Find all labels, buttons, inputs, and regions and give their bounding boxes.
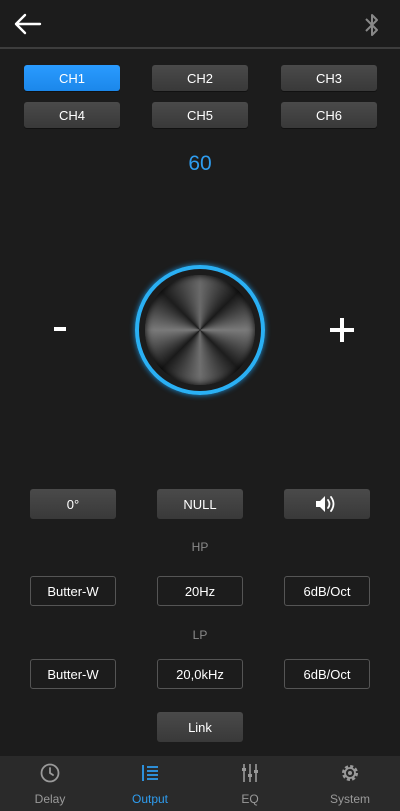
clock-icon bbox=[40, 763, 60, 783]
decrease-button[interactable] bbox=[48, 308, 74, 348]
tab-system-label: System bbox=[329, 792, 370, 806]
null-button[interactable]: NULL bbox=[157, 489, 243, 519]
list-icon bbox=[142, 765, 158, 781]
channel-button-ch2[interactable]: CH2 bbox=[152, 65, 248, 91]
lp-slope-selector[interactable]: 6dB/Oct bbox=[284, 659, 370, 689]
channel-button-ch4[interactable]: CH4 bbox=[24, 102, 120, 128]
hp-slope-selector[interactable]: 6dB/Oct bbox=[284, 576, 370, 606]
hp-type-selector[interactable]: Butter-W bbox=[30, 576, 116, 606]
phase-button[interactable]: 0° bbox=[30, 489, 116, 519]
lp-frequency-field[interactable]: 20,0kHz bbox=[157, 659, 243, 689]
volume-knob[interactable] bbox=[135, 265, 265, 395]
knob-face bbox=[145, 275, 255, 385]
tab-output[interactable]: Output bbox=[100, 756, 200, 811]
lp-label: LP bbox=[192, 628, 208, 642]
top-divider bbox=[0, 47, 400, 49]
link-button[interactable]: Link bbox=[157, 712, 243, 742]
channel-button-ch5[interactable]: CH5 bbox=[152, 102, 248, 128]
tab-eq-label: EQ bbox=[241, 792, 259, 806]
speaker-icon bbox=[316, 496, 335, 512]
top-bar bbox=[0, 0, 400, 49]
sliders-icon bbox=[242, 764, 258, 782]
mute-button[interactable] bbox=[284, 489, 370, 519]
hp-frequency-field[interactable]: 20Hz bbox=[157, 576, 243, 606]
tab-output-label: Output bbox=[131, 792, 169, 806]
channel-button-ch3[interactable]: CH3 bbox=[281, 65, 377, 91]
tab-eq[interactable]: EQ bbox=[200, 756, 300, 811]
channel-button-ch6[interactable]: CH6 bbox=[281, 102, 377, 128]
tab-delay[interactable]: Delay bbox=[0, 756, 100, 811]
hp-label: HP bbox=[191, 540, 209, 554]
bluetooth-icon[interactable] bbox=[362, 11, 382, 39]
level-value: 60 bbox=[188, 152, 212, 175]
channel-button-ch1[interactable]: CH1 bbox=[24, 65, 120, 91]
increase-button[interactable] bbox=[328, 316, 356, 344]
lp-type-selector[interactable]: Butter-W bbox=[30, 659, 116, 689]
tab-delay-label: Delay bbox=[34, 792, 66, 806]
back-arrow-icon[interactable] bbox=[10, 10, 44, 38]
bottom-tab-bar: Delay Output EQ System bbox=[0, 756, 400, 811]
tab-system[interactable]: System bbox=[300, 756, 400, 811]
gear-icon bbox=[342, 765, 358, 781]
